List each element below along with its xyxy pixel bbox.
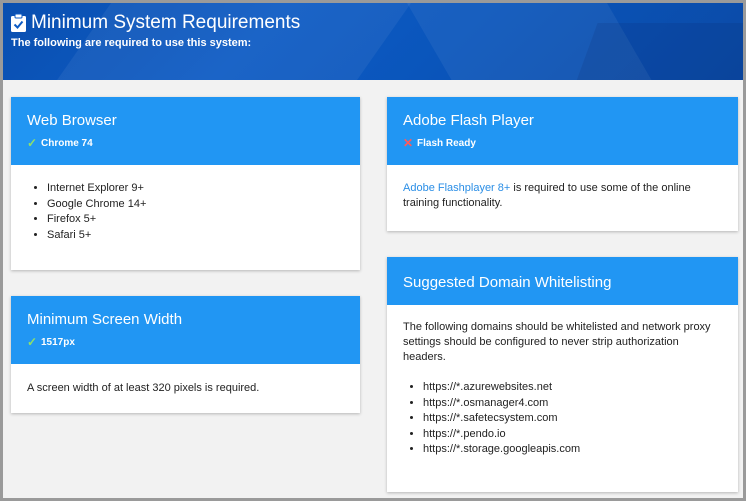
status-text: 1517px — [41, 336, 75, 348]
list-item: Firefox 5+ — [47, 212, 344, 228]
header-decoration — [568, 23, 743, 80]
list-item: https://*.safetecsystem.com — [423, 411, 722, 427]
card-title: Minimum Screen Width — [27, 311, 183, 328]
card-header: Web Browser ✓ Chrome 74 — [11, 97, 360, 165]
domain-list: https://*.azurewebsites.net https://*.os… — [423, 380, 722, 458]
list-item: https://*.osmanager4.com — [423, 396, 722, 412]
window-frame: Minimum System Requirements The followin… — [0, 0, 746, 501]
page-header: Minimum System Requirements The followin… — [3, 3, 743, 80]
card-body: The following domains should be whitelis… — [387, 305, 738, 472]
list-item: https://*.storage.googleapis.com — [423, 442, 722, 458]
domain-whitelist-card: Suggested Domain Whitelisting The follow… — [387, 257, 738, 492]
page-title: Minimum System Requirements — [31, 12, 301, 33]
card-body: Adobe Flashplayer 8+ is required to use … — [387, 165, 738, 225]
card-body: Internet Explorer 9+ Google Chrome 14+ F… — [11, 165, 360, 257]
card-body: A screen width of at least 320 pixels is… — [11, 364, 360, 410]
check-icon: ✓ — [27, 136, 38, 150]
list-item: Google Chrome 14+ — [47, 197, 344, 213]
status-row: ✕ Flash Ready — [403, 136, 722, 150]
list-item: https://*.pendo.io — [423, 427, 722, 443]
status-row: ✓ Chrome 74 — [27, 136, 344, 150]
list-item: Safari 5+ — [47, 228, 344, 244]
list-item: https://*.azurewebsites.net — [423, 380, 722, 396]
web-browser-card: Web Browser ✓ Chrome 74 Internet Explore… — [11, 97, 360, 270]
status-text: Chrome 74 — [41, 137, 93, 149]
card-header: Minimum Screen Width ✓ 1517px — [11, 296, 360, 364]
flash-player-card: Adobe Flash Player ✕ Flash Ready Adobe F… — [387, 97, 738, 231]
screen-width-card: Minimum Screen Width ✓ 1517px A screen w… — [11, 296, 360, 413]
card-text: A screen width of at least 320 pixels is… — [27, 382, 260, 394]
check-icon: ✓ — [27, 335, 38, 349]
status-text: Flash Ready — [417, 137, 476, 149]
card-header: Suggested Domain Whitelisting — [387, 257, 738, 305]
flashplayer-link[interactable]: Adobe Flashplayer 8+ — [403, 182, 510, 194]
status-row: ✓ 1517px — [27, 335, 344, 349]
clipboard-check-icon — [11, 13, 26, 32]
page-subtitle: The following are required to use this s… — [11, 37, 252, 49]
card-text: The following domains should be whitelis… — [403, 321, 711, 363]
card-header: Adobe Flash Player ✕ Flash Ready — [387, 97, 738, 165]
card-title: Suggested Domain Whitelisting — [403, 274, 612, 291]
list-item: Internet Explorer 9+ — [47, 181, 344, 197]
browser-list: Internet Explorer 9+ Google Chrome 14+ F… — [47, 181, 344, 243]
card-title: Adobe Flash Player — [403, 112, 534, 129]
card-title: Web Browser — [27, 112, 117, 129]
cross-icon: ✕ — [403, 136, 414, 150]
